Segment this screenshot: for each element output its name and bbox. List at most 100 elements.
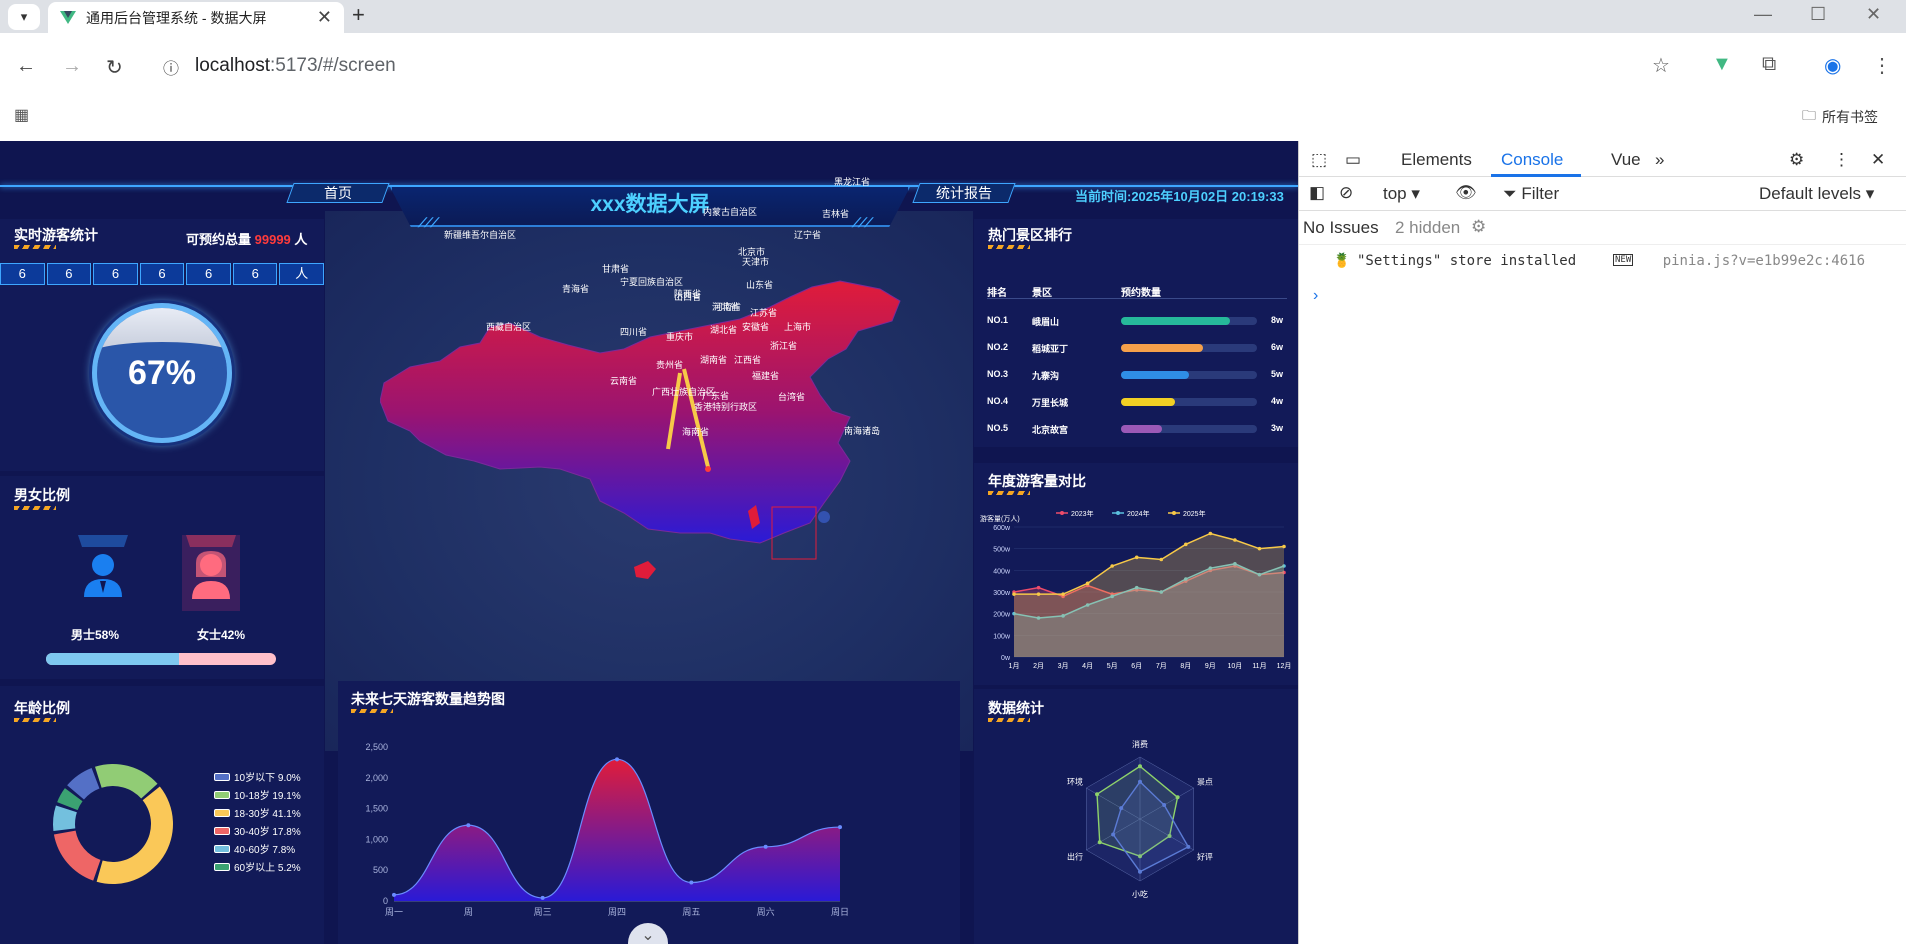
close-devtools-icon[interactable]: ✕	[1871, 150, 1885, 170]
age-slice[interactable]	[53, 805, 77, 831]
console-settings-icon[interactable]: ⚙	[1471, 217, 1486, 237]
data-point[interactable]	[1036, 585, 1041, 590]
china-mainland-shape[interactable]	[380, 280, 901, 544]
forward-button[interactable]: →	[62, 55, 82, 78]
more-options-icon[interactable]: ⋮	[1833, 150, 1850, 170]
china-map[interactable]	[380, 271, 920, 586]
data-point[interactable]	[392, 892, 396, 897]
data-point[interactable]	[466, 823, 471, 828]
data-point[interactable]	[1110, 564, 1114, 568]
extensions-icon[interactable]: ⧉	[1762, 53, 1776, 76]
minimize-button[interactable]: —	[1754, 4, 1772, 25]
tab-search-button[interactable]: ▾	[8, 4, 40, 30]
ranking-row[interactable]: NO.2 稻城亚丁 6w	[987, 340, 1287, 354]
radar-point[interactable]	[1138, 779, 1142, 784]
data-point[interactable]	[838, 825, 842, 830]
tab-elements[interactable]: Elements	[1401, 150, 1472, 170]
home-button[interactable]: 首页	[286, 183, 390, 203]
address-bar[interactable]: localhost:5173/#/screen	[195, 55, 396, 77]
close-tab-icon[interactable]: ✕	[317, 7, 332, 28]
data-point[interactable]	[1282, 544, 1286, 549]
tab-console[interactable]: Console	[1501, 150, 1563, 170]
more-tabs-icon[interactable]: »	[1655, 150, 1664, 170]
tab-vue[interactable]: Vue	[1611, 150, 1641, 170]
data-point[interactable]	[689, 880, 694, 885]
data-point[interactable]	[1257, 546, 1262, 551]
x-tick: 12月	[1277, 662, 1292, 670]
radar-chart: 消费景点好评小吃 出行 环境	[1067, 739, 1213, 899]
data-point[interactable]	[1184, 542, 1188, 547]
ranking-row[interactable]: NO.5 北京故宫 3w	[987, 421, 1287, 435]
radar-point[interactable]	[1162, 803, 1167, 808]
inspect-icon[interactable]: ⬚	[1311, 150, 1327, 170]
issues-label[interactable]: No Issues	[1303, 218, 1379, 238]
visitor-title: 实时游客统计	[14, 227, 98, 243]
maximize-button[interactable]: ☐	[1810, 4, 1826, 25]
apps-icon[interactable]: ▦	[14, 105, 29, 125]
data-point[interactable]	[615, 757, 619, 762]
scenic-name: 稻城亚丁	[1032, 344, 1069, 354]
data-point[interactable]	[1208, 531, 1213, 536]
radar-point[interactable]	[1138, 764, 1142, 769]
province-label: 内蒙古自治区	[703, 207, 758, 217]
ranking-row[interactable]: NO.3 九寨沟 5w	[987, 367, 1287, 381]
clear-console-icon[interactable]: ⊘	[1339, 183, 1353, 203]
context-select[interactable]: top ▾	[1383, 184, 1420, 204]
y-tick: 400w	[993, 568, 1011, 575]
hainan-shape[interactable]	[634, 561, 656, 579]
data-point[interactable]	[540, 895, 545, 900]
sidebar-toggle-icon[interactable]: ◧	[1309, 183, 1325, 203]
radar-point[interactable]	[1138, 869, 1142, 874]
ranking-row[interactable]: NO.1 峨眉山 8w	[987, 313, 1287, 327]
eye-icon[interactable]: 👁	[1455, 183, 1477, 203]
ranking-row[interactable]: NO.4 万里长城 4w	[987, 394, 1287, 408]
data-point[interactable]	[1159, 557, 1164, 562]
all-bookmarks[interactable]: 🗀 所有书签	[1802, 105, 1878, 129]
profile-icon[interactable]: ◉	[1824, 53, 1841, 78]
rank-no: NO.5	[987, 423, 1009, 433]
bookmark-star-icon[interactable]: ☆	[1652, 53, 1670, 78]
age-slice[interactable]	[95, 764, 158, 799]
province-label: 云南省	[610, 376, 638, 386]
back-button[interactable]: ←	[16, 55, 36, 78]
settings-icon[interactable]: ⚙	[1789, 150, 1804, 170]
age-legend-item[interactable]: 30-40岁 17.8%	[214, 823, 301, 838]
radar-point[interactable]	[1111, 832, 1116, 837]
age-legend-item[interactable]: 40-60岁 7.8%	[214, 841, 295, 856]
age-legend-item[interactable]: 18-30岁 41.1%	[214, 805, 301, 820]
site-info-icon[interactable]: ⓘ	[163, 55, 179, 79]
age-slice[interactable]	[96, 786, 174, 884]
male-icon	[78, 535, 128, 597]
age-legend-item[interactable]: 60岁以上 5.2%	[214, 859, 301, 874]
age-legend-item[interactable]: 10-18岁 19.1%	[214, 787, 301, 802]
radar-point[interactable]	[1175, 795, 1180, 800]
data-point[interactable]	[763, 844, 768, 849]
menu-icon[interactable]: ⋮	[1872, 53, 1892, 78]
data-point[interactable]	[1036, 592, 1041, 596]
new-tab-button[interactable]: +	[352, 2, 365, 28]
source-link[interactable]: pinia.js?v=e1b99e2c:4616	[1663, 253, 1865, 269]
data-point[interactable]	[1134, 555, 1139, 560]
data-point[interactable]	[1061, 592, 1065, 596]
radar-point[interactable]	[1095, 792, 1100, 797]
province-label: 贵州省	[656, 360, 684, 370]
age-slice[interactable]	[53, 830, 101, 881]
filter-input[interactable]: ⏷ Filter	[1503, 184, 1559, 204]
report-button[interactable]: 统计报告	[912, 183, 1016, 203]
data-point[interactable]	[1085, 581, 1090, 586]
close-window-button[interactable]: ✕	[1866, 4, 1881, 25]
url-path: :5173/#/screen	[270, 55, 396, 76]
browser-tab[interactable]: 通用后台管理系统 - 数据大屏 ✕	[48, 2, 344, 33]
radar-point[interactable]	[1097, 840, 1102, 845]
console-prompt[interactable]: ›	[1313, 287, 1318, 305]
radar-point[interactable]	[1186, 844, 1191, 849]
vue-devtools-icon[interactable]: ▼	[1712, 53, 1732, 76]
reload-button[interactable]: ↻	[106, 55, 123, 80]
data-point[interactable]	[1233, 538, 1237, 542]
data-point[interactable]	[1012, 592, 1016, 596]
levels-select[interactable]: Default levels ▾	[1759, 184, 1874, 204]
radar-point[interactable]	[1119, 806, 1124, 811]
age-legend-item[interactable]: 10岁以下 9.0%	[214, 769, 301, 784]
legend-label: 2023年	[1071, 509, 1094, 518]
device-toggle-icon[interactable]: ▭	[1345, 150, 1361, 170]
